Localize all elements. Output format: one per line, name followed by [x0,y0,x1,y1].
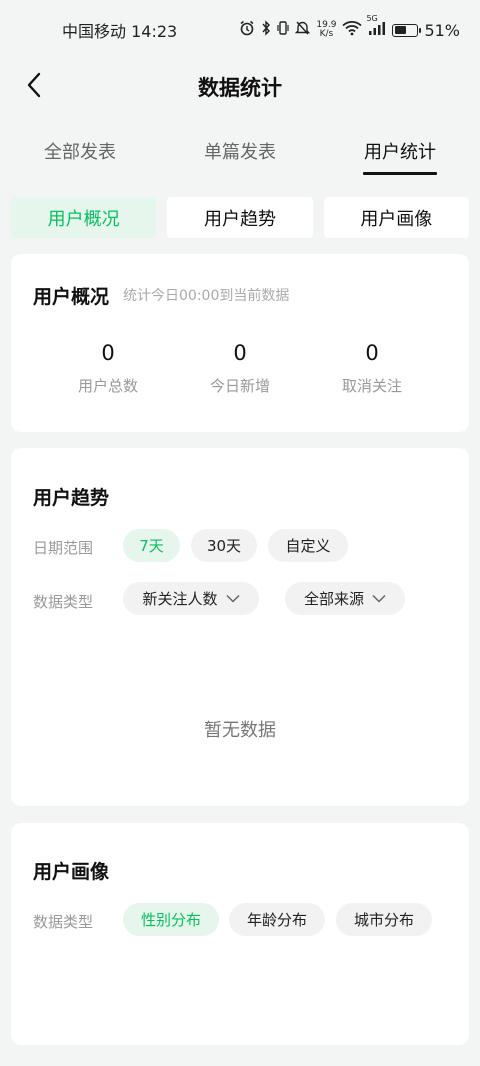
stat-value: 0 [365,341,379,365]
stat-label: 今日新增 [209,377,270,395]
bluetooth-icon [261,20,271,40]
date-option-30d[interactable]: 30天 [191,529,257,562]
wifi-icon [342,20,363,40]
date-option-7d[interactable]: 7天 [123,529,180,562]
page-title: 数据统计 [198,76,282,100]
portrait-title: 用户画像 [33,861,110,883]
empty-state-text: 暂无数据 [204,720,276,741]
type-dropdown-value: 新关注人数 [142,590,218,608]
status-bar: 中国移动 14:23 19.9 K/s 5G 51% [0,0,480,60]
vibrate-icon [277,20,289,40]
stat-unfollow: 0 取消关注 [307,341,437,396]
type-dropdown[interactable]: 新关注人数 [123,582,259,615]
stat-value: 0 [233,341,247,365]
data-type-label: 数据类型 [33,913,94,931]
top-tabs: 全部发表 单篇发表 用户统计 [0,128,480,178]
option-age[interactable]: 年龄分布 [229,903,325,936]
nav-bar: 数据统计 [0,60,480,114]
tab-user-stats[interactable]: 用户统计 [320,128,480,178]
source-dropdown-value: 全部来源 [303,590,364,608]
segment-user-trend[interactable]: 用户趋势 [167,197,313,238]
chevron-left-icon [26,72,42,102]
segment-user-overview[interactable]: 用户概况 [11,197,157,238]
stat-total-users: 0 用户总数 [43,341,173,396]
chevron-down-icon [372,594,386,603]
option-city[interactable]: 城市分布 [336,903,432,936]
mute-icon [295,20,311,40]
carrier-time: 中国移动 14:23 [62,22,178,41]
chevron-down-icon [225,594,240,603]
back-button[interactable] [18,70,50,104]
trend-card: 用户趋势 日期范围 7天 30天 自定义 数据类型 新关注人数 全部来源 暂无数… [11,448,469,806]
stat-new-today: 0 今日新增 [175,341,305,396]
battery-fill [394,26,406,34]
battery-percent: 51% [424,20,460,40]
alarm-icon [239,20,255,40]
date-option-custom[interactable]: 自定义 [268,529,348,562]
battery-icon [392,23,422,37]
data-type-label: 数据类型 [33,593,94,611]
signal-icon: 5G [366,14,386,39]
source-dropdown[interactable]: 全部来源 [285,582,405,615]
trend-title: 用户趋势 [33,487,110,509]
stat-label: 用户总数 [77,377,138,395]
date-range-label: 日期范围 [33,539,94,557]
section-segments: 用户概况 用户趋势 用户画像 [11,197,469,238]
overview-title: 用户概况 [33,286,110,308]
tab-single-post[interactable]: 单篇发表 [160,128,320,178]
stat-label: 取消关注 [341,377,402,395]
option-gender[interactable]: 性别分布 [123,903,219,936]
overview-card: 用户概况 统计今日00:00到当前数据 0 用户总数 0 今日新增 0 取消关注 [11,254,469,432]
segment-user-portrait[interactable]: 用户画像 [323,197,469,238]
overview-subtitle: 统计今日00:00到当前数据 [123,288,290,304]
tab-all-posts[interactable]: 全部发表 [0,128,160,178]
net-speed-unit: K/s [319,29,334,39]
stat-value: 0 [101,341,115,365]
status-icons: 19.9 K/s 5G 51% [239,14,460,40]
portrait-card: 用户画像 数据类型 性别分布 年龄分布 城市分布 [11,823,469,1045]
net-speed: 19.9 K/s [316,21,336,39]
signal-label: 5G [366,14,378,23]
